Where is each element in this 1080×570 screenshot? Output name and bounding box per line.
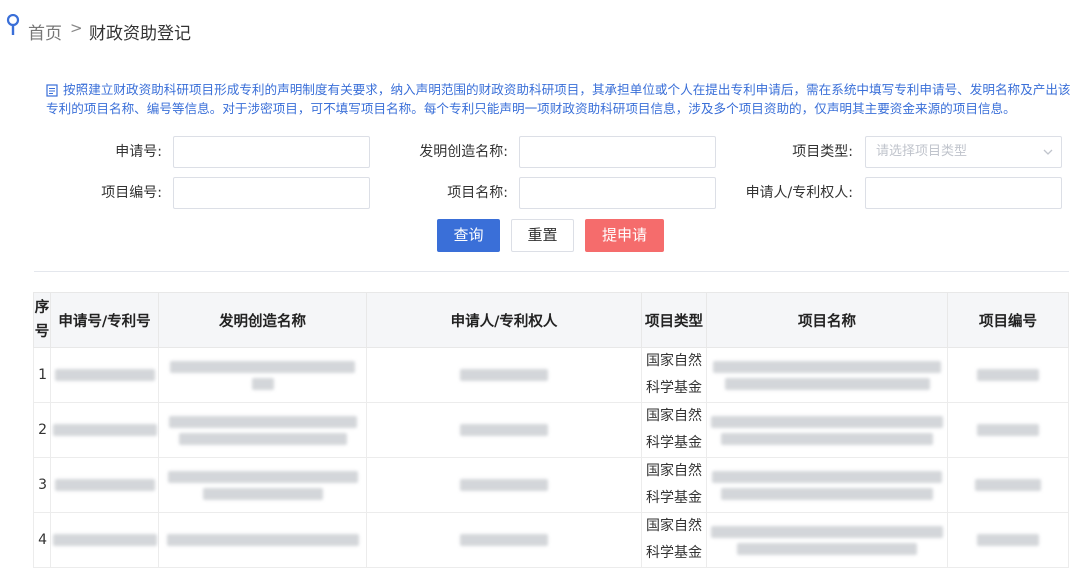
breadcrumb-bar: 首页 > 财政资助登记 bbox=[0, 0, 1080, 62]
notice-text: 按照建立财政资助科研项目形成专利的声明制度有关要求，纳入声明范围的财政资助科研项… bbox=[46, 82, 1071, 116]
column-header-applicant[interactable]: 申请人/专利权人 bbox=[366, 292, 642, 348]
column-header-application-no[interactable]: 申请号/专利号 bbox=[50, 292, 159, 348]
row-seq: 3 bbox=[33, 457, 51, 513]
redacted-applicant bbox=[366, 457, 642, 513]
project-type-line2: 科学基金 bbox=[646, 380, 702, 396]
column-header-seq: 序号 bbox=[33, 292, 51, 348]
redacted-project-name bbox=[706, 512, 948, 568]
breadcrumb-separator: > bbox=[70, 19, 83, 37]
table-header-row: 序号 申请号/专利号 发明创造名称 申请人/专利权人 项目类型 项目名称 项目编… bbox=[33, 292, 1069, 348]
column-header-project-type[interactable]: 项目类型 bbox=[641, 292, 707, 348]
table-row[interactable]: 3 国家自然科学基金 bbox=[33, 457, 1069, 513]
redacted-invention-name bbox=[158, 347, 367, 403]
reset-button[interactable]: 重置 bbox=[511, 219, 574, 252]
project-type-placeholder: 请选择项目类型 bbox=[876, 144, 968, 159]
project-type-line1: 国家自然 bbox=[646, 408, 702, 424]
project-type-select[interactable]: 请选择项目类型 bbox=[865, 136, 1062, 168]
redacted-project-no bbox=[947, 512, 1069, 568]
project-type-cell: 国家自然 科学基金 bbox=[641, 512, 707, 568]
query-button[interactable]: 查询 bbox=[437, 219, 500, 252]
project-no-input[interactable] bbox=[173, 177, 370, 209]
project-name-input[interactable] bbox=[519, 177, 716, 209]
project-type-line1: 国家自然 bbox=[646, 463, 702, 479]
table-row[interactable]: 1 国家自然科学基金 bbox=[33, 347, 1069, 403]
redacted-invention-name bbox=[158, 512, 367, 568]
project-type-cell: 国家自然 科学基金 bbox=[641, 457, 707, 513]
column-header-invention-name[interactable]: 发明创造名称 bbox=[158, 292, 367, 348]
redacted-application-no bbox=[50, 402, 159, 458]
redacted-applicant bbox=[366, 512, 642, 568]
row-seq: 1 bbox=[33, 347, 51, 403]
redacted-project-no bbox=[947, 402, 1069, 458]
location-pin-icon bbox=[6, 14, 20, 35]
applicant-input[interactable] bbox=[865, 177, 1062, 209]
table-row[interactable]: 2 国家自然科学基金 bbox=[33, 402, 1069, 458]
invention-name-label: 发明创造名称: bbox=[419, 144, 508, 160]
redacted-invention-name bbox=[158, 402, 367, 458]
project-type-cell: 国家自然 科学基金 bbox=[641, 347, 707, 403]
project-type-label: 项目类型: bbox=[792, 144, 853, 160]
table-row[interactable]: 4 国家自然科学基金 bbox=[33, 512, 1069, 568]
project-type-line2: 科学基金 bbox=[646, 545, 702, 561]
project-no-label: 项目编号: bbox=[101, 185, 162, 201]
registration-table: 序号 申请号/专利号 发明创造名称 申请人/专利权人 项目类型 项目名称 项目编… bbox=[33, 292, 1069, 568]
row-seq: 2 bbox=[33, 402, 51, 458]
redacted-application-no bbox=[50, 457, 159, 513]
section-divider bbox=[34, 271, 1069, 272]
application-no-input[interactable] bbox=[173, 136, 370, 168]
redacted-project-name bbox=[706, 402, 948, 458]
breadcrumb-home-link[interactable]: 首页 bbox=[28, 19, 62, 44]
project-name-label: 项目名称: bbox=[447, 185, 508, 201]
chevron-down-icon bbox=[1043, 149, 1053, 155]
project-type-cell: 国家自然 科学基金 bbox=[641, 402, 707, 458]
column-header-project-name[interactable]: 项目名称 bbox=[706, 292, 948, 348]
column-header-project-no[interactable]: 项目编号 bbox=[947, 292, 1069, 348]
redacted-application-no bbox=[50, 512, 159, 568]
invention-name-input[interactable] bbox=[519, 136, 716, 168]
submit-application-button[interactable]: 提申请 bbox=[585, 219, 664, 252]
project-type-line2: 科学基金 bbox=[646, 435, 702, 451]
redacted-applicant bbox=[366, 402, 642, 458]
project-type-line1: 国家自然 bbox=[646, 353, 702, 369]
redacted-project-no bbox=[947, 347, 1069, 403]
redacted-applicant bbox=[366, 347, 642, 403]
redacted-invention-name bbox=[158, 457, 367, 513]
breadcrumb-current-page: 财政资助登记 bbox=[89, 24, 191, 44]
application-no-label: 申请号: bbox=[115, 144, 162, 160]
redacted-project-name bbox=[706, 347, 948, 403]
redacted-project-no bbox=[947, 457, 1069, 513]
project-type-line2: 科学基金 bbox=[646, 490, 702, 506]
redacted-application-no bbox=[50, 347, 159, 403]
row-seq: 4 bbox=[33, 512, 51, 568]
redacted-project-name bbox=[706, 457, 948, 513]
applicant-label: 申请人/专利权人: bbox=[745, 185, 853, 201]
project-type-line1: 国家自然 bbox=[646, 518, 702, 534]
